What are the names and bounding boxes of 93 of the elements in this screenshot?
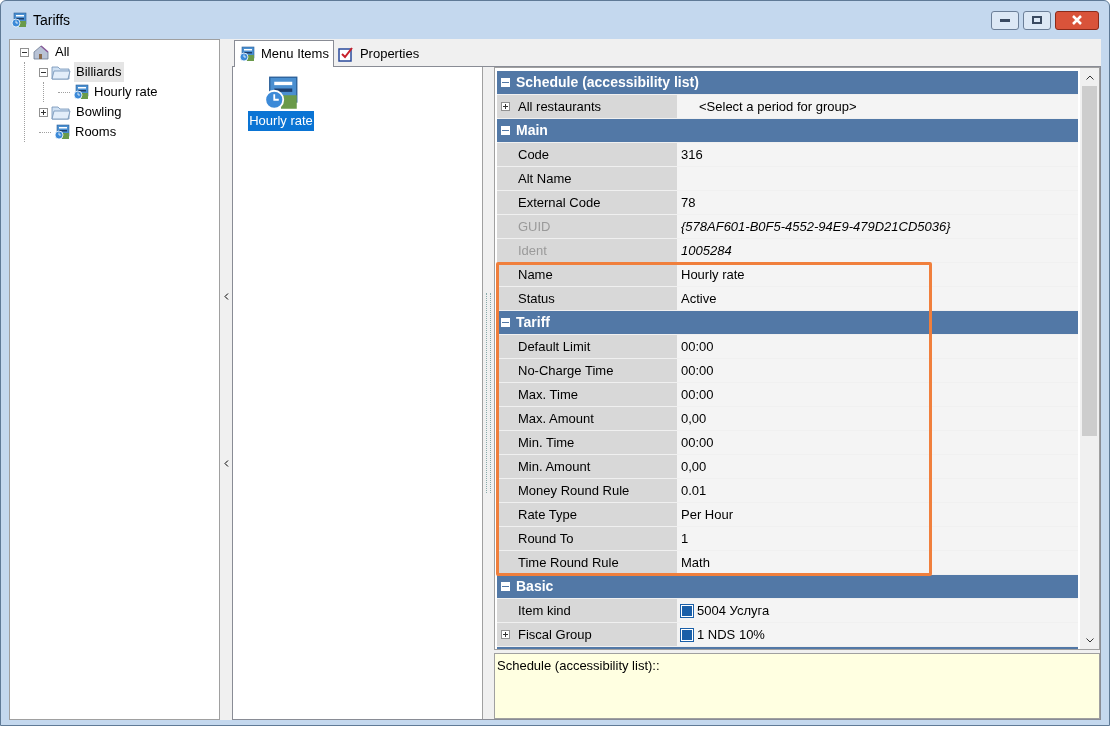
property-label: Time Round Rule <box>518 553 619 572</box>
scroll-down-icon <box>1085 637 1094 643</box>
property-value[interactable]: 0.01 <box>681 480 707 501</box>
value-cell[interactable]: Per Hour <box>677 503 1078 526</box>
category-header[interactable]: Schedule (accessibility list) <box>497 71 1078 95</box>
minimize-button[interactable] <box>991 10 1019 30</box>
tree-item[interactable]: Hourly rate <box>92 82 160 102</box>
property-label: Fiscal Group <box>518 625 592 644</box>
value-cell[interactable]: Math <box>677 551 1078 574</box>
property-label: Code <box>518 145 550 164</box>
value-cell[interactable]: 0,00 <box>677 455 1078 478</box>
value-cell[interactable]: 5004 Услуга <box>677 599 1078 622</box>
value-cell[interactable]: 00:00 <box>677 431 1078 454</box>
schedule-card-icon <box>263 75 299 111</box>
folder-icon <box>51 104 71 120</box>
value-cell[interactable]: Active <box>677 287 1078 310</box>
maximize-button[interactable] <box>1023 10 1051 30</box>
category-header[interactable]: Main <box>497 119 1078 143</box>
value-cell[interactable]: 0.01 <box>677 479 1078 502</box>
property-value[interactable]: 316 <box>681 144 703 165</box>
caret-left-icon <box>223 459 229 467</box>
property-label: Ident <box>518 241 547 260</box>
tree-item[interactable]: Bowling <box>74 102 124 122</box>
property-value[interactable]: 00:00 <box>681 336 714 357</box>
property-value[interactable]: Hourly rate <box>681 264 745 285</box>
house-icon <box>32 44 50 60</box>
category-header[interactable]: Basic <box>497 575 1078 599</box>
expand-toggle[interactable] <box>501 102 510 111</box>
value-cell[interactable]: 00:00 <box>677 359 1078 382</box>
item-label[interactable]: Hourly rate <box>248 111 314 131</box>
property-value[interactable]: 5004 Услуга <box>697 600 770 621</box>
property-value[interactable]: 00:00 <box>681 384 714 405</box>
value-cell[interactable] <box>677 167 1078 190</box>
property-value[interactable]: Per Hour <box>681 504 734 525</box>
scroll-up-icon <box>1085 74 1094 80</box>
property-label: Min. Time <box>518 433 575 452</box>
collapse-toggle[interactable] <box>39 67 48 77</box>
value-cell[interactable]: 1 NDS 10% <box>677 623 1078 646</box>
property-value[interactable]: 1 <box>681 528 689 549</box>
property-label: Alt Name <box>518 169 572 188</box>
checkbox-icon <box>337 46 354 62</box>
category-header[interactable]: Tariff <box>497 311 1078 335</box>
property-value[interactable]: 00:00 <box>681 432 714 453</box>
property-label: Name <box>518 265 553 284</box>
property-label: Status <box>518 289 555 308</box>
property-value[interactable]: 78 <box>681 192 696 213</box>
schedule-card-icon <box>54 124 70 140</box>
property-label: Min. Amount <box>518 457 591 476</box>
tab[interactable]: Properties <box>333 42 424 66</box>
scrollbar[interactable] <box>1080 68 1099 649</box>
property-value[interactable]: 1 NDS 10% <box>697 624 765 645</box>
tab[interactable]: Menu Items <box>234 40 334 67</box>
close-button[interactable] <box>1055 10 1099 30</box>
property-label: Rate Type <box>518 505 578 524</box>
tree-item[interactable]: All <box>53 42 72 62</box>
property-label: Max. Amount <box>518 409 594 428</box>
property-label: All restaurants <box>518 97 602 116</box>
property-label: Round To <box>518 529 574 548</box>
property-label: Max. Time <box>518 385 578 404</box>
property-label: GUID <box>518 217 551 236</box>
close-icon <box>1071 15 1083 25</box>
property-value[interactable]: 00:00 <box>681 360 714 381</box>
value-cell[interactable]: 00:00 <box>677 335 1078 358</box>
property-value[interactable]: Active <box>681 288 717 309</box>
value-cell[interactable]: 1 <box>677 527 1078 550</box>
property-label: External Code <box>518 193 601 212</box>
scrollbar-thumb[interactable] <box>1082 86 1097 436</box>
property-label: Item kind <box>518 601 571 620</box>
property-value[interactable]: Math <box>681 552 710 573</box>
value-cell[interactable]: 0,00 <box>677 407 1078 430</box>
property-value[interactable]: <Select a period for group> <box>699 96 857 117</box>
expand-toggle[interactable] <box>39 107 48 117</box>
expand-toggle[interactable] <box>501 630 510 639</box>
schedule-card-icon <box>11 12 27 28</box>
value-cell[interactable]: 78 <box>677 191 1078 214</box>
tree-item[interactable]: Rooms <box>73 122 119 142</box>
value-cell[interactable]: 00:00 <box>677 383 1078 406</box>
tree-item[interactable]: Billiards <box>74 62 124 82</box>
property-label: No-Charge Time <box>518 361 614 380</box>
schedule-card-icon <box>73 84 89 100</box>
caret-left-icon <box>223 292 229 300</box>
description-text: Schedule (accessibility list):: <box>497 658 660 673</box>
property-label: Money Round Rule <box>518 481 630 500</box>
value-cell[interactable]: <Select a period for group> <box>677 95 1078 118</box>
property-label: Default Limit <box>518 337 591 356</box>
folder-icon <box>51 64 71 80</box>
window-title: Tariffs <box>33 10 71 30</box>
property-value[interactable]: 0,00 <box>681 408 707 429</box>
schedule-card-icon <box>239 46 255 62</box>
collapse-toggle[interactable] <box>20 47 29 57</box>
property-value[interactable]: 0,00 <box>681 456 707 477</box>
value-cell[interactable]: Hourly rate <box>677 263 1078 286</box>
value-cell[interactable]: 316 <box>677 143 1078 166</box>
